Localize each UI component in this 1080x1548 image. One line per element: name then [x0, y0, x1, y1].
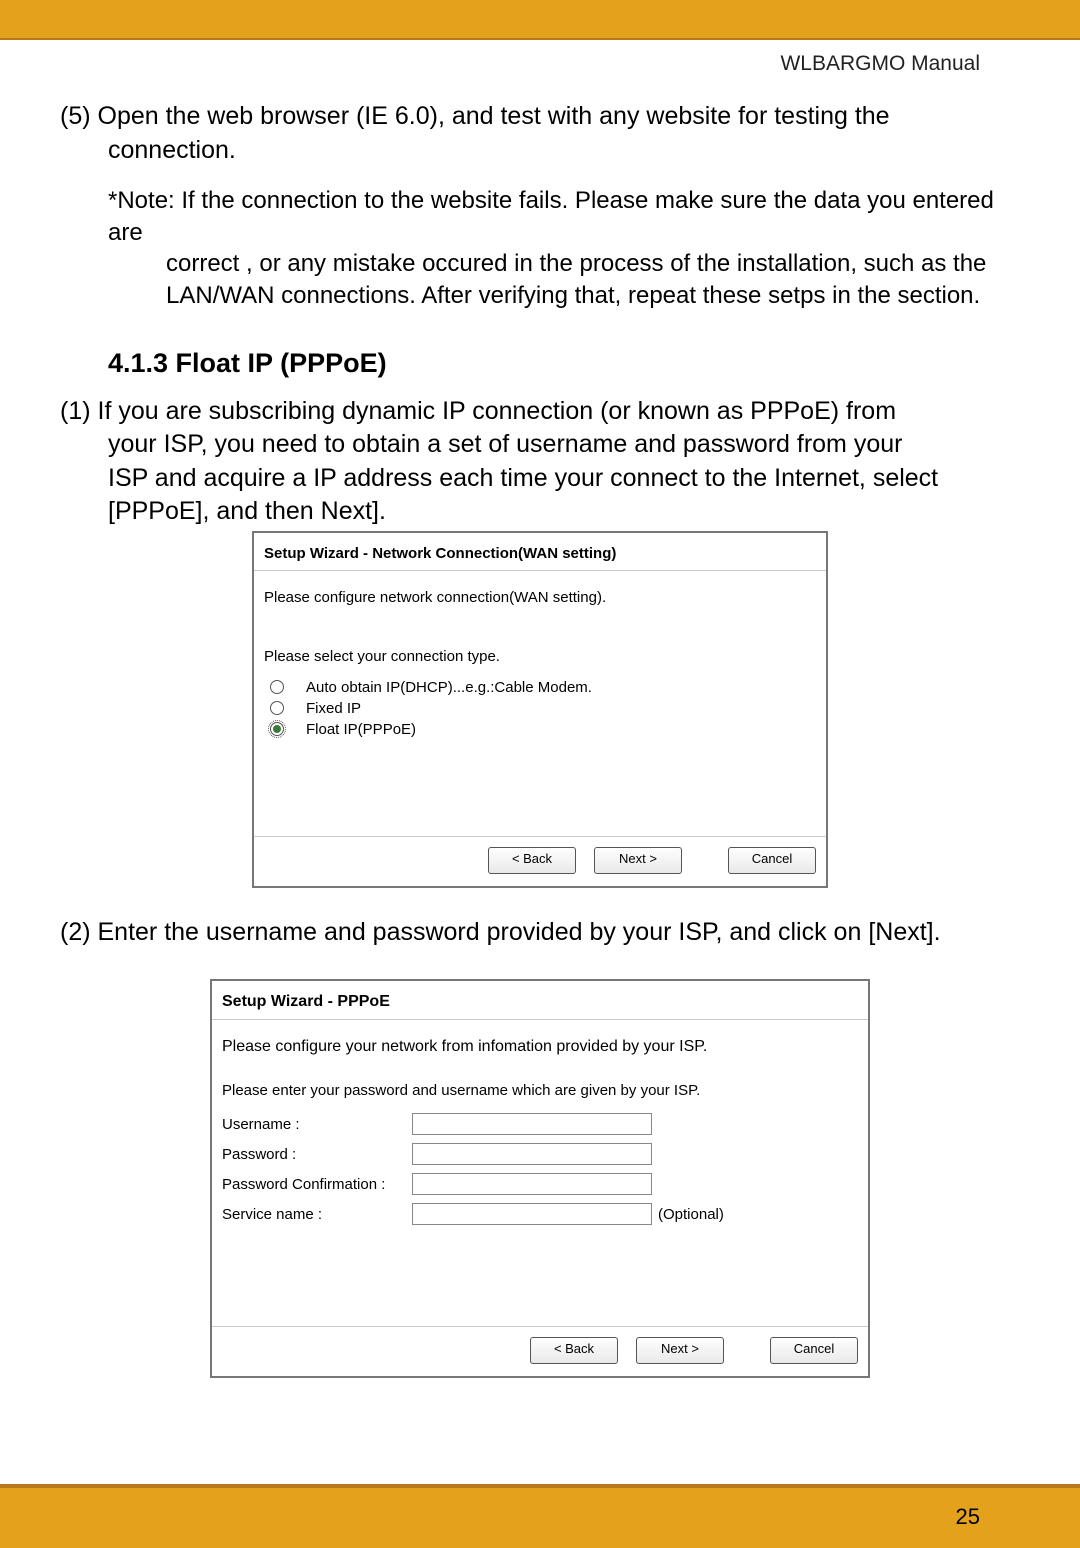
step-413-2-text: (2) Enter the username and password prov…	[60, 916, 1020, 950]
step-413-1-l3: ISP and acquire a IP address each time y…	[108, 462, 1020, 496]
radio-row-fixed[interactable]: Fixed IP	[270, 700, 816, 717]
top-orange-bar	[0, 0, 1080, 40]
radio-row-dhcp[interactable]: Auto obtain IP(DHCP)...e.g.:Cable Modem.	[270, 679, 816, 696]
next-button[interactable]: Next >	[594, 847, 682, 874]
bottom-orange-bar	[0, 1484, 1080, 1548]
step-413-1: (1) If you are subscribing dynamic IP co…	[60, 395, 1020, 529]
note-line2: correct , or any mistake occured in the …	[166, 248, 1020, 280]
step-413-1-l2: your ISP, you need to obtain a set of us…	[108, 428, 1020, 462]
radio-icon[interactable]	[270, 680, 284, 694]
wizard2-footer: < Back Next > Cancel	[212, 1326, 868, 1376]
input-username[interactable]	[412, 1113, 652, 1135]
note-line1: *Note: If the connection to the website …	[108, 185, 1020, 248]
label-password-confirm: Password Confirmation :	[222, 1176, 412, 1193]
manual-page: WLBARGMO Manual (5) Open the web browser…	[0, 0, 1080, 1548]
input-password-confirm[interactable]	[412, 1173, 652, 1195]
label-password: Password :	[222, 1146, 412, 1163]
wizard2-form: Username : Password : Password Confirmat…	[222, 1113, 858, 1225]
radio-label-fixed: Fixed IP	[306, 700, 361, 717]
page-content: (5) Open the web browser (IE 6.0), and t…	[0, 40, 1080, 1378]
step-5: (5) Open the web browser (IE 6.0), and t…	[60, 100, 1020, 167]
wizard2-subtitle: Please configure your network from infom…	[212, 1020, 868, 1066]
wizard2-title: Setup Wizard - PPPoE	[212, 981, 868, 1020]
next-button[interactable]: Next >	[636, 1337, 724, 1364]
wizard1-subtitle: Please configure network connection(WAN …	[254, 571, 826, 616]
wizard2-body: Please enter your password and username …	[212, 1066, 868, 1326]
wizard1-title: Setup Wizard - Network Connection(WAN se…	[254, 533, 826, 571]
wizard-wan-setting: Setup Wizard - Network Connection(WAN se…	[252, 531, 828, 888]
step-5-line2: connection.	[108, 134, 1020, 168]
radio-icon-checked[interactable]	[270, 722, 284, 736]
back-button[interactable]: < Back	[530, 1337, 618, 1364]
input-password[interactable]	[412, 1143, 652, 1165]
step-413-2: (2) Enter the username and password prov…	[60, 916, 1020, 950]
step-5-line1: (5) Open the web browser (IE 6.0), and t…	[60, 100, 1020, 134]
wizard1-prompt: Please select your connection type.	[264, 648, 816, 665]
wizard1-body: Please select your connection type. Auto…	[254, 616, 826, 836]
section-heading-413: 4.1.3 Float IP (PPPoE)	[108, 348, 1020, 379]
wizard1-footer: < Back Next > Cancel	[254, 836, 826, 886]
radio-row-pppoe[interactable]: Float IP(PPPoE)	[270, 721, 816, 738]
label-username: Username :	[222, 1116, 412, 1133]
cancel-button[interactable]: Cancel	[770, 1337, 858, 1364]
wizard1-radio-list: Auto obtain IP(DHCP)...e.g.:Cable Modem.…	[264, 679, 816, 738]
wizard2-prompt: Please enter your password and username …	[222, 1082, 858, 1099]
radio-label-pppoe: Float IP(PPPoE)	[306, 721, 416, 738]
label-optional: (Optional)	[652, 1206, 858, 1223]
note-block: *Note: If the connection to the website …	[108, 185, 1020, 312]
wizard-pppoe: Setup Wizard - PPPoE Please configure yo…	[210, 979, 870, 1378]
cancel-button[interactable]: Cancel	[728, 847, 816, 874]
note-line3: LAN/WAN connections. After verifying tha…	[166, 280, 1020, 312]
input-service-name[interactable]	[412, 1203, 652, 1225]
step-413-1-l1: (1) If you are subscribing dynamic IP co…	[60, 395, 1020, 429]
radio-label-dhcp: Auto obtain IP(DHCP)...e.g.:Cable Modem.	[306, 679, 592, 696]
page-number: 25	[956, 1504, 980, 1530]
back-button[interactable]: < Back	[488, 847, 576, 874]
manual-header-label: WLBARGMO Manual	[780, 52, 980, 76]
label-service-name: Service name :	[222, 1206, 412, 1223]
step-413-1-l4: [PPPoE], and then Next].	[108, 495, 1020, 529]
radio-icon[interactable]	[270, 701, 284, 715]
